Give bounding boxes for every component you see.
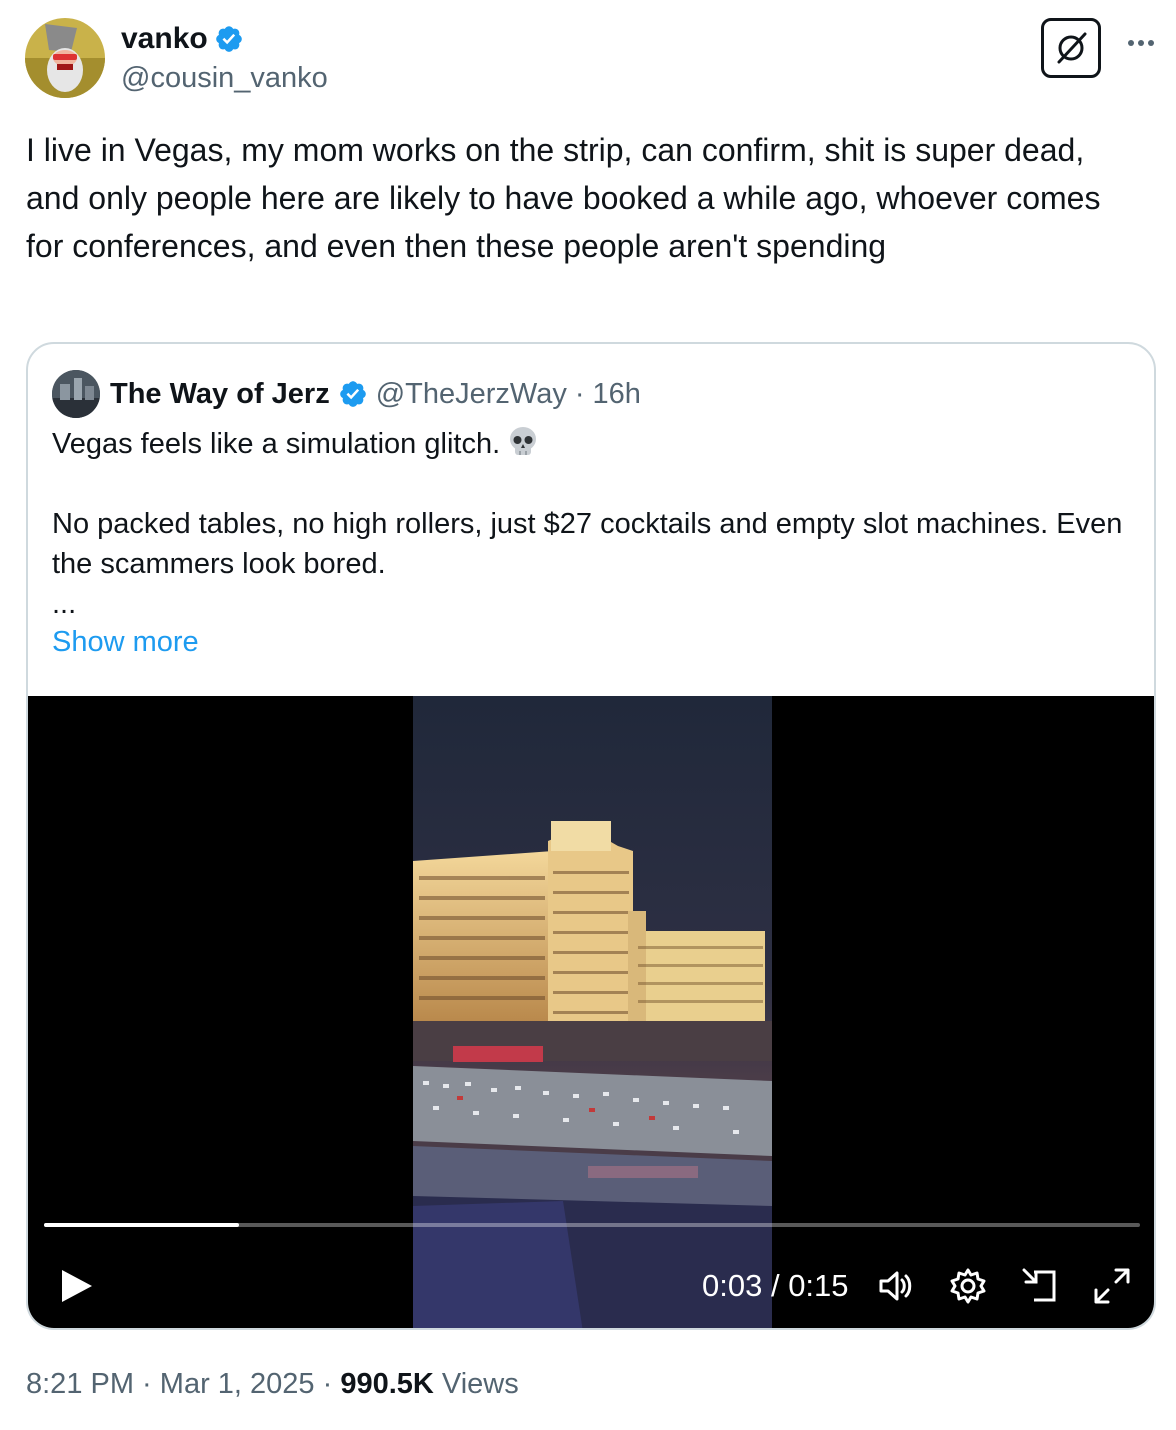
tweet-time[interactable]: 8:21 PM	[26, 1368, 134, 1400]
tweet-date[interactable]: Mar 1, 2025	[160, 1368, 315, 1400]
verified-badge-icon	[339, 381, 366, 407]
quoted-line-1: Vegas feels like a simulation glitch.	[52, 428, 501, 460]
quoted-author-name[interactable]: The Way of Jerz	[110, 378, 330, 411]
grok-button[interactable]	[1041, 18, 1101, 78]
meta-separator: ·	[314, 1368, 341, 1400]
quoted-header: The Way of Jerz @TheJerzWay · 16h	[110, 370, 641, 418]
views-label: Views	[433, 1368, 519, 1400]
video-time: 0:03 / 0:15	[702, 1266, 849, 1306]
skull-icon	[510, 427, 537, 455]
video-progress-bar[interactable]	[44, 1223, 1140, 1227]
grok-icon	[1057, 32, 1087, 64]
quoted-text: Vegas feels like a simulation glitch. No…	[52, 424, 1142, 624]
picture-in-picture-icon[interactable]	[1020, 1266, 1060, 1306]
quoted-ellipsis: ...	[52, 588, 77, 620]
quoted-author-handle[interactable]: @TheJerzWay	[376, 378, 567, 411]
wizard-avatar-icon	[25, 18, 105, 98]
video-player[interactable]: 0:03 / 0:15	[28, 696, 1154, 1328]
verified-badge-icon	[215, 26, 242, 52]
fullscreen-icon[interactable]	[1092, 1266, 1132, 1306]
video-frame	[413, 696, 772, 1328]
separator-dot: ·	[574, 377, 585, 410]
settings-gear-icon[interactable]	[948, 1266, 988, 1306]
tweet-meta: 8:21 PM · Mar 1, 2025 · 990.5K Views	[26, 1364, 519, 1404]
author-name[interactable]: vanko	[121, 22, 208, 56]
play-icon[interactable]	[56, 1266, 96, 1306]
more-options-button[interactable]	[1120, 22, 1162, 64]
author-handle[interactable]: @cousin_vanko	[121, 62, 328, 95]
author-name-row: vanko	[121, 20, 244, 58]
meta-separator: ·	[134, 1368, 160, 1400]
views-count: 990.5K	[340, 1368, 434, 1400]
more-dots-icon	[1126, 40, 1156, 46]
quoted-author-avatar[interactable]	[52, 370, 100, 418]
quoted-line-2: No packed tables, no high rollers, just …	[52, 508, 1131, 580]
vegas-night-image	[413, 696, 772, 1328]
video-time-separator: /	[762, 1268, 789, 1303]
quoted-timestamp[interactable]: 16h	[593, 378, 641, 411]
author-avatar[interactable]	[25, 18, 105, 98]
video-progress-fill	[44, 1223, 240, 1227]
video-current-time: 0:03	[702, 1268, 763, 1303]
profile-photo-icon	[52, 370, 100, 418]
show-more-link[interactable]: Show more	[52, 626, 199, 659]
tweet-text: I live in Vegas, my mom works on the str…	[26, 132, 1110, 264]
quoted-tweet[interactable]: The Way of Jerz @TheJerzWay · 16h Vegas …	[26, 342, 1156, 1330]
video-duration: 0:15	[788, 1268, 849, 1303]
volume-icon[interactable]	[876, 1266, 916, 1306]
